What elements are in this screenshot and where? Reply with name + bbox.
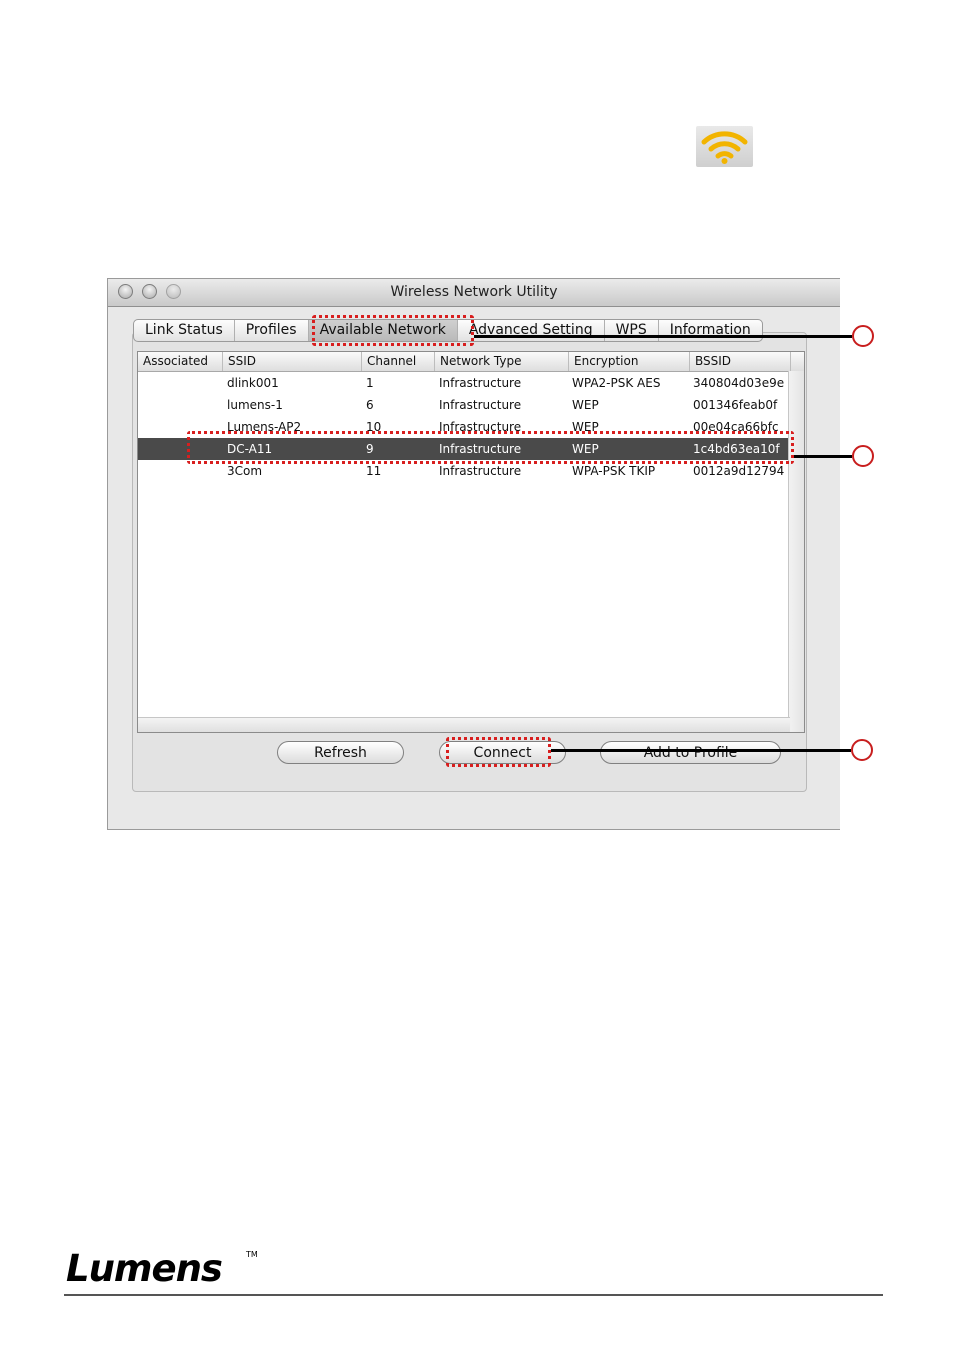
footer-divider — [64, 1294, 883, 1296]
trademark-mark: TM — [246, 1250, 258, 1259]
window-title: Wireless Network Utility — [390, 284, 558, 300]
wifi-signal-icon[interactable] — [696, 126, 753, 167]
cell-encryption: WEP — [572, 398, 599, 412]
table-row[interactable]: lumens-1 6 Infrastructure WEP 001346feab… — [138, 394, 790, 416]
callout-marker — [852, 445, 874, 467]
vertical-scrollbar[interactable] — [788, 371, 804, 732]
callout-marker — [851, 739, 873, 761]
cell-ssid: dlink001 — [227, 376, 279, 390]
refresh-button[interactable]: Refresh — [277, 741, 404, 764]
cell-network-type: Infrastructure — [439, 398, 522, 412]
column-associated[interactable]: Associated — [138, 352, 223, 371]
callout-leader-line — [794, 455, 852, 458]
horizontal-scrollbar[interactable] — [138, 717, 790, 732]
cell-channel: 6 — [366, 398, 374, 412]
highlight-selected-network-row — [187, 431, 794, 464]
column-channel[interactable]: Channel — [362, 352, 435, 371]
callout-leader-line — [551, 749, 851, 752]
table-row[interactable]: dlink001 1 Infrastructure WPA2-PSK AES 3… — [138, 372, 790, 394]
add-to-profile-button[interactable]: Add to Profile — [600, 741, 781, 764]
cell-bssid: 340804d03e9e — [693, 376, 785, 390]
cell-bssid: 001346feab0f — [693, 398, 778, 412]
cell-network-type: Infrastructure — [439, 376, 522, 390]
cell-ssid: lumens-1 — [227, 398, 283, 412]
tab-profiles[interactable]: Profiles — [235, 320, 309, 341]
callout-marker — [852, 325, 874, 347]
column-bssid[interactable]: BSSID — [690, 352, 791, 371]
column-ssid[interactable]: SSID — [223, 352, 362, 371]
column-network-type[interactable]: Network Type — [435, 352, 569, 371]
title-bar[interactable]: Wireless Network Utility — [108, 279, 840, 307]
cell-channel: 1 — [366, 376, 374, 390]
column-encryption[interactable]: Encryption — [569, 352, 690, 371]
cell-encryption: WPA2-PSK AES — [572, 376, 661, 390]
tab-link-status[interactable]: Link Status — [134, 320, 235, 341]
list-header: Associated SSID Channel Network Type Enc… — [138, 352, 804, 372]
highlight-connect-button — [446, 737, 551, 767]
network-list[interactable]: Associated SSID Channel Network Type Enc… — [137, 351, 805, 733]
lumens-logo: Lumens — [66, 1247, 223, 1290]
callout-leader-line — [474, 335, 852, 338]
highlight-available-network-tab — [312, 315, 474, 346]
